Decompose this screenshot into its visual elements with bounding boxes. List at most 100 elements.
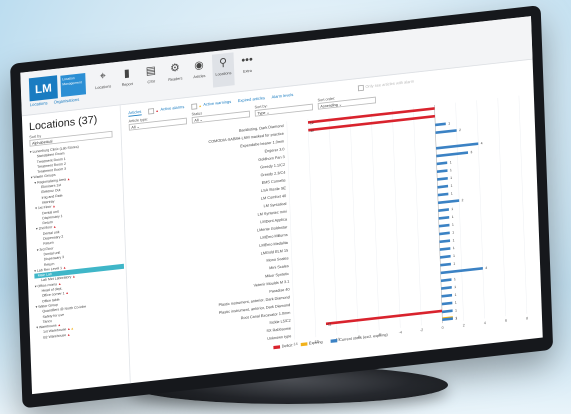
checkbox[interactable] xyxy=(147,108,154,115)
grid-line xyxy=(307,119,317,338)
bar xyxy=(438,223,450,228)
data-label: 1 xyxy=(448,121,450,125)
toolbar-button-4[interactable]: ◉ Articles xyxy=(188,55,211,90)
filter-tab-0[interactable]: Articles xyxy=(128,109,142,117)
warning-icon: ▲ xyxy=(198,103,202,109)
location-tree: ▾ Lunenburg Clinic (Lab Stores) Standalon… xyxy=(30,140,127,341)
grid-line xyxy=(455,102,464,321)
bar xyxy=(440,278,452,283)
data-label: -12 xyxy=(309,121,314,126)
bar xyxy=(436,151,469,158)
alarm-icon: ▲ xyxy=(61,265,67,270)
alarm-icon: ▲ xyxy=(51,204,56,209)
category-label: LSA Sterile SE xyxy=(261,186,287,193)
data-label: 2 xyxy=(462,198,464,202)
filter-tab-4[interactable]: Alarm levels xyxy=(272,93,294,101)
filter-tab-label: Expired articles xyxy=(237,96,266,104)
data-label: 1 xyxy=(454,277,456,281)
grid-line xyxy=(349,114,359,333)
data-label: 1 xyxy=(455,316,457,320)
toolbar-button-5[interactable]: ⚲ Locations xyxy=(211,52,235,88)
category-label: LMGold ELM 15 xyxy=(261,249,289,256)
data-label: 1 xyxy=(454,285,456,289)
legend-swatch xyxy=(300,342,308,347)
filter-tab-label: Articles xyxy=(128,109,142,116)
data-label: 1 xyxy=(453,254,455,258)
category-label: LMEmo Medalita xyxy=(259,241,289,248)
bar xyxy=(441,301,453,306)
nav-link-locations[interactable]: Locations xyxy=(30,101,48,108)
filter-tab-label: Alarm levels xyxy=(271,93,294,100)
alarm-icon: ▲ xyxy=(65,176,71,182)
data-label: 1 xyxy=(452,238,454,242)
grid-line xyxy=(392,109,401,328)
checkbox[interactable] xyxy=(190,103,197,110)
toolbar-button-2[interactable]: ▤ CSV xyxy=(140,60,163,95)
filter-tab-3[interactable]: Expired articles xyxy=(238,96,265,105)
toolbar-button-0[interactable]: ⌖ Locations xyxy=(92,66,115,101)
data-label: 4 xyxy=(485,266,487,270)
data-label: 1 xyxy=(452,230,454,234)
locations-title: Locations (37) xyxy=(28,112,98,133)
x-tick-label: 0 xyxy=(442,326,444,330)
data-label: 2 xyxy=(459,128,461,132)
bar xyxy=(435,129,457,135)
legend-swatch xyxy=(330,338,338,343)
data-label: 1 xyxy=(450,176,452,180)
tree-item-label: Safety for use xyxy=(42,312,65,319)
data-label: 1 xyxy=(452,215,454,219)
x-tick-label: -2 xyxy=(420,328,423,332)
bar xyxy=(439,231,450,236)
bar xyxy=(440,262,451,267)
x-tick-label: 8 xyxy=(526,316,528,320)
bar xyxy=(441,286,452,290)
toolbar-button-label: Locations xyxy=(215,70,232,77)
x-tick-label: 2 xyxy=(463,323,465,327)
category-label: Goldhorn Fan 3 xyxy=(258,155,285,162)
bar xyxy=(439,239,451,244)
checkbox[interactable] xyxy=(357,84,364,92)
alarm-icon: ▲ xyxy=(71,274,76,280)
category-label: Paradise 40 xyxy=(269,287,289,293)
grid-line xyxy=(413,107,422,326)
data-label: 4 xyxy=(481,141,483,145)
category-label: Unknown type xyxy=(267,334,291,341)
grid-line xyxy=(518,95,528,314)
alarm-only-toggle[interactable]: Only see articles with alarm xyxy=(357,79,414,92)
toolbar-button-3[interactable]: ⚙ Readers xyxy=(164,58,187,93)
monitor: LM Location Management Locations Organis… xyxy=(10,5,554,409)
bar xyxy=(442,309,453,314)
bar xyxy=(439,247,451,251)
warning-icon: ▲ xyxy=(70,326,74,331)
toolbar-button-label: CSV xyxy=(147,79,156,85)
alarm-icon: ▲ xyxy=(155,108,159,113)
toolbar-button-label: Locations xyxy=(95,84,112,90)
bar xyxy=(435,122,446,127)
app-logo[interactable]: LM xyxy=(28,75,58,102)
data-label: 1 xyxy=(450,160,452,164)
data-label: 1 xyxy=(454,293,456,297)
bar xyxy=(438,208,449,212)
category-label: LMDent Applica xyxy=(260,217,288,224)
category-label: SX Rabbsome xyxy=(266,326,291,333)
locations-sidebar: Locations (37) Sort by Alphabetical ▾ Lu… xyxy=(21,105,131,395)
grid-line xyxy=(476,100,485,319)
data-label: 1 xyxy=(453,262,455,266)
alarm-icon: ▲ xyxy=(57,281,62,286)
category-label: LM Syntetec mini xyxy=(257,210,286,217)
nav-link-organisations[interactable]: Organisations xyxy=(54,97,80,105)
bar xyxy=(438,215,450,220)
category-label: Mono Scales xyxy=(266,256,288,262)
toolbar-button-1[interactable]: ▮ Report xyxy=(116,63,139,98)
bar xyxy=(436,169,448,174)
toolbar-button-6[interactable]: ••• Extra xyxy=(236,50,259,85)
filter-tab-label: Active warnings xyxy=(203,100,232,108)
grid-line xyxy=(497,97,507,317)
data-label: 1 xyxy=(450,168,452,172)
monitor-bezel: LM Location Management Locations Organis… xyxy=(10,5,554,409)
grid-line xyxy=(328,116,338,335)
data-label: 1 xyxy=(451,207,453,211)
toolbar-button-label: Report xyxy=(121,81,133,88)
x-tick-label: 6 xyxy=(505,319,507,323)
alarm-icon: ▲ xyxy=(52,224,57,230)
